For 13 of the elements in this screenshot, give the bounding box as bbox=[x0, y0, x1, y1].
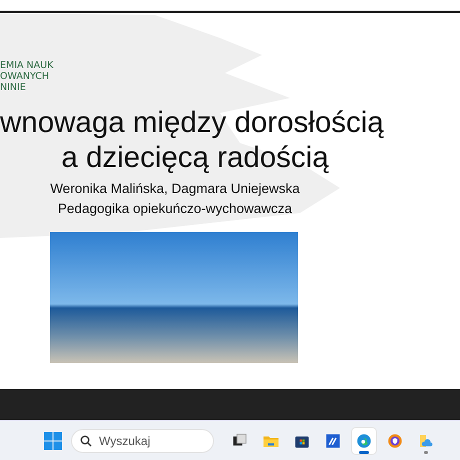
logo-text: EMIA NAUK bbox=[0, 60, 54, 71]
shield-icon bbox=[386, 432, 404, 450]
search-field[interactable]: Wyszukaj bbox=[71, 428, 214, 452]
windows-start-icon[interactable] bbox=[44, 432, 62, 450]
slide-authors: Weronika Malińska, Dagmara Uniejewska bbox=[50, 181, 300, 196]
logo-text: NINIE bbox=[0, 82, 27, 93]
slide-title: a dziecięcą radością bbox=[61, 140, 329, 175]
edge-icon bbox=[355, 432, 373, 450]
pen-app-icon bbox=[324, 432, 342, 450]
logo-text: OWANYCH bbox=[0, 71, 50, 82]
slide-title: wnowaga między dorosłością bbox=[0, 105, 384, 140]
slide-subtitle: Pedagogika opiekuńczo-wychowawcza bbox=[58, 201, 292, 216]
search-icon bbox=[80, 434, 92, 446]
